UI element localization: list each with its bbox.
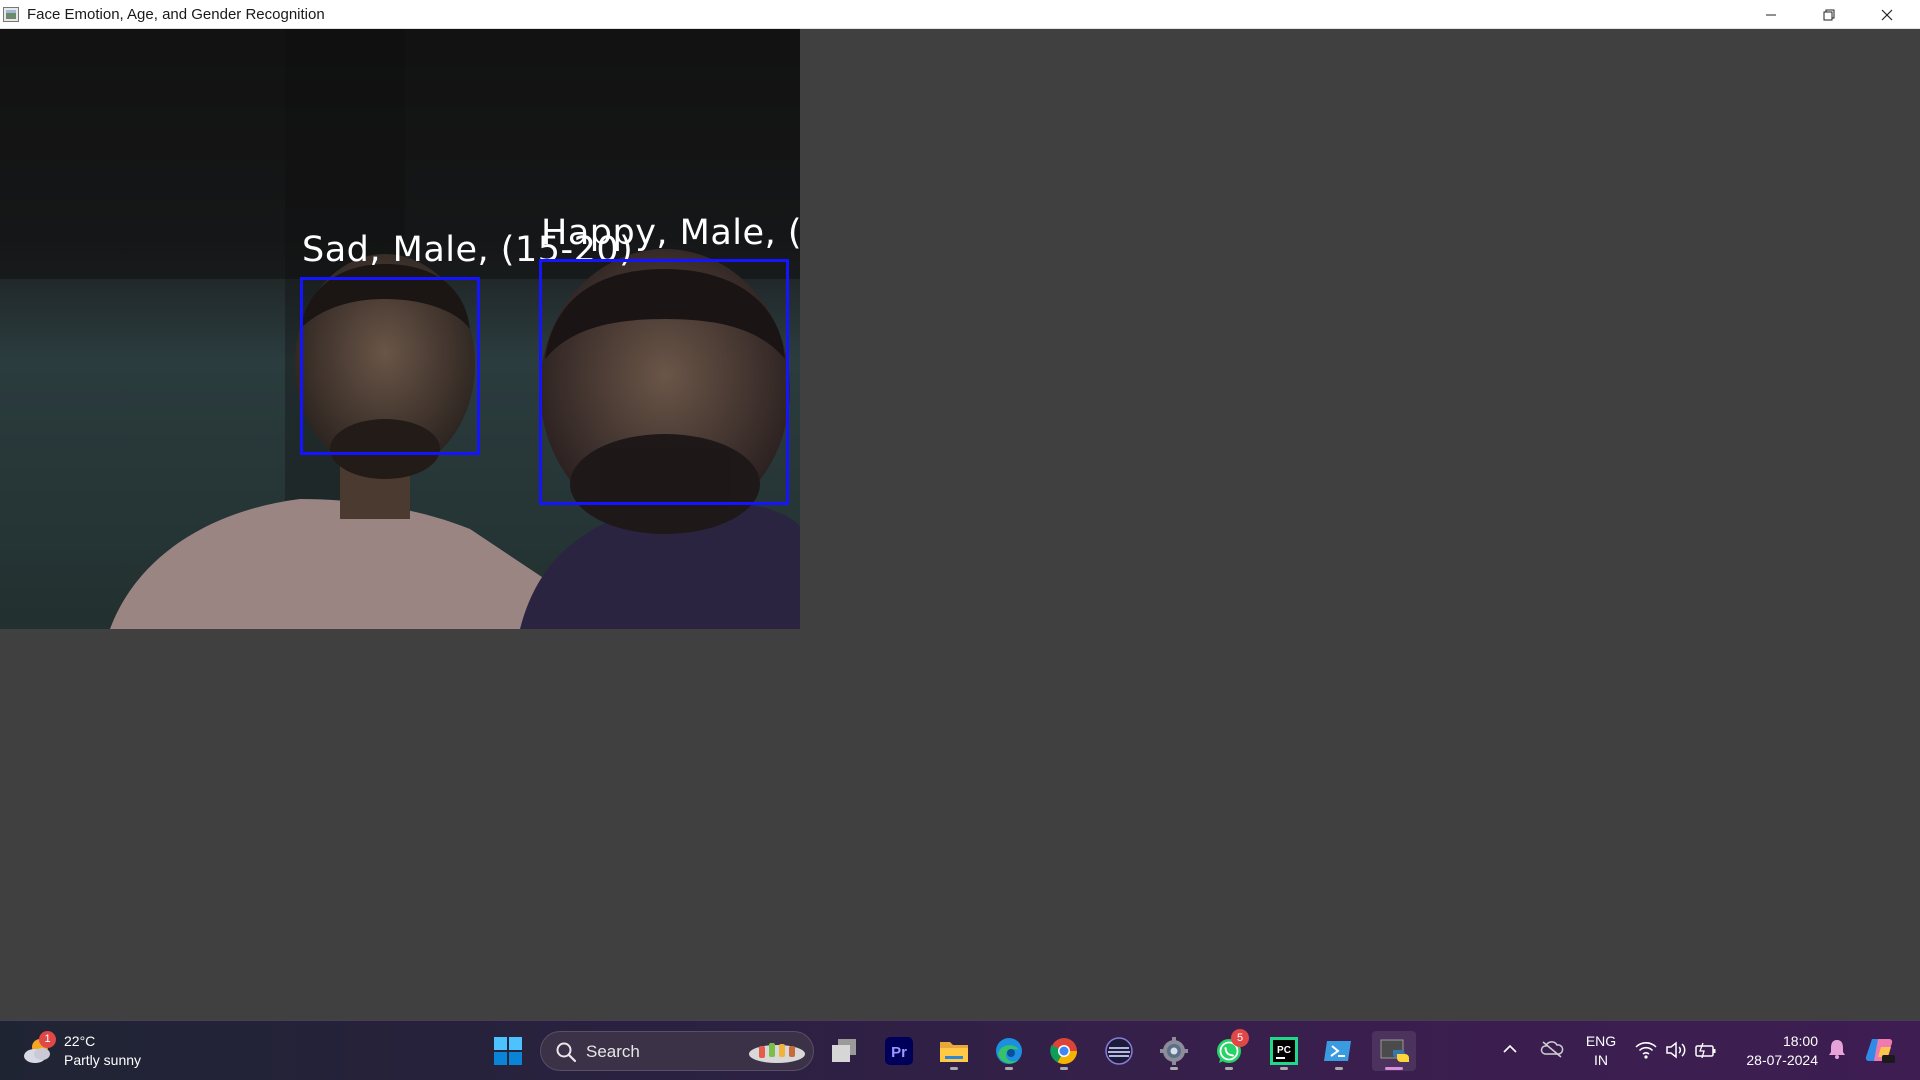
- close-button[interactable]: [1858, 0, 1916, 29]
- media-app-button[interactable]: [1097, 1031, 1141, 1071]
- premiere-pro-button[interactable]: Pr: [877, 1031, 921, 1071]
- window-title-bar[interactable]: Face Emotion, Age, and Gender Recognitio…: [0, 0, 1920, 29]
- weather-description: Partly sunny: [64, 1052, 142, 1068]
- media-app-icon: [1105, 1037, 1133, 1065]
- terminal-icon: [1324, 1041, 1351, 1061]
- show-hidden-icons-button[interactable]: [1500, 1039, 1526, 1063]
- weather-widget[interactable]: 1 22°C Partly sunny: [22, 1031, 162, 1073]
- copilot-icon: [1865, 1039, 1895, 1063]
- chrome-icon: [1050, 1038, 1078, 1065]
- clock-time: 18:00: [1782, 1033, 1818, 1049]
- app-window-icon: [3, 7, 19, 22]
- search-highlight-icon: [747, 1038, 807, 1071]
- file-explorer-icon: [940, 1042, 968, 1062]
- settings-icon: [1160, 1037, 1188, 1065]
- minimize-button[interactable]: [1742, 0, 1800, 29]
- running-indicator: [1170, 1067, 1178, 1070]
- task-view-icon: [832, 1039, 856, 1062]
- region-code: IN: [1594, 1052, 1608, 1068]
- pycharm-button[interactable]: PC: [1262, 1031, 1306, 1071]
- running-indicator: [1385, 1067, 1403, 1070]
- whatsapp-button[interactable]: 5: [1207, 1029, 1251, 1071]
- python-app-icon: [1380, 1039, 1409, 1062]
- whatsapp-notification-badge: 5: [1231, 1029, 1249, 1047]
- search-placeholder: Search: [586, 1042, 640, 1061]
- wifi-icon: [1635, 1042, 1657, 1059]
- edge-button[interactable]: [987, 1031, 1031, 1071]
- premiere-pro-icon: Pr: [885, 1037, 913, 1065]
- svg-text:Pr: Pr: [891, 1044, 907, 1061]
- onedrive-status[interactable]: [1540, 1039, 1566, 1063]
- settings-button[interactable]: [1152, 1031, 1196, 1071]
- taskbar: 1 22°C Partly sunny Search Pr 5 PC ENG I…: [0, 1020, 1920, 1080]
- terminal-button[interactable]: [1317, 1031, 1361, 1071]
- quick-settings-button[interactable]: [1632, 1037, 1720, 1065]
- running-indicator: [1335, 1067, 1343, 1070]
- weather-badge: 1: [39, 1031, 56, 1048]
- edge-icon: [996, 1038, 1022, 1064]
- start-button[interactable]: [486, 1031, 530, 1071]
- running-indicator: [950, 1067, 958, 1070]
- notifications-button[interactable]: [1826, 1037, 1852, 1065]
- bell-icon: [1829, 1040, 1845, 1059]
- pycharm-icon: PC: [1270, 1037, 1298, 1065]
- volume-icon: [1666, 1041, 1686, 1059]
- cloud-offline-icon: [1540, 1041, 1564, 1058]
- language-code: ENG: [1585, 1033, 1617, 1049]
- file-explorer-button[interactable]: [932, 1031, 976, 1071]
- running-indicator: [1060, 1067, 1068, 1070]
- webcam-frame: Sad, Male, (15-20) Happy, Male, (: [0, 29, 800, 629]
- taskbar-search[interactable]: Search: [540, 1031, 814, 1071]
- face-box-1: [300, 277, 480, 455]
- python-app-button[interactable]: [1372, 1031, 1416, 1071]
- input-language-indicator[interactable]: ENG IN: [1580, 1031, 1622, 1073]
- clock[interactable]: 18:00 28-07-2024: [1732, 1031, 1822, 1073]
- chevron-up-icon: [1503, 1044, 1517, 1053]
- face-label-2: Happy, Male, (: [541, 213, 800, 253]
- copilot-button[interactable]: [1864, 1035, 1898, 1067]
- weather-temperature: 22°C: [64, 1033, 96, 1049]
- clock-date: 28-07-2024: [1746, 1052, 1818, 1068]
- windows-start-icon: [494, 1037, 522, 1065]
- battery-charging-icon: [1695, 1042, 1716, 1059]
- running-indicator: [1005, 1067, 1013, 1070]
- chrome-button[interactable]: [1042, 1031, 1086, 1071]
- task-view-button[interactable]: [822, 1031, 866, 1071]
- svg-text:PC: PC: [1277, 1045, 1291, 1056]
- window-title: Face Emotion, Age, and Gender Recognitio…: [27, 6, 325, 23]
- face-box-2: [539, 259, 789, 505]
- running-indicator: [1280, 1067, 1288, 1070]
- search-icon: [555, 1041, 577, 1068]
- restore-button[interactable]: [1800, 0, 1858, 29]
- running-indicator: [1225, 1067, 1233, 1070]
